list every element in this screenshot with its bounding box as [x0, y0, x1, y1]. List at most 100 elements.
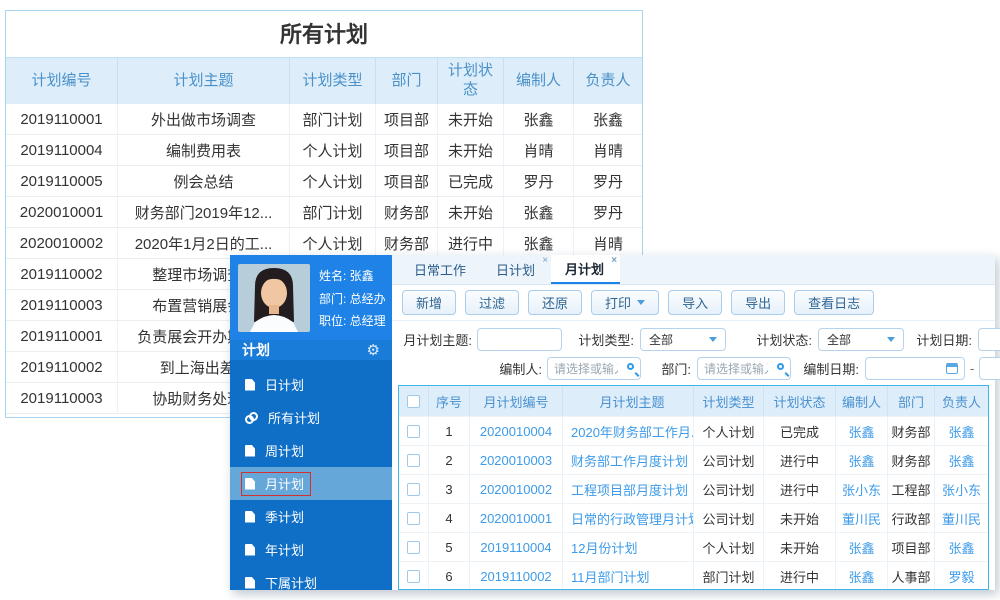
- user-panel: 姓名: 张鑫 部门: 总经办 职位: 总经理: [230, 255, 392, 340]
- gear-icon[interactable]: ⚙: [367, 341, 380, 359]
- cell-plan-no[interactable]: 2020010004: [470, 417, 563, 445]
- plan-date-input[interactable]: [978, 328, 1000, 351]
- user-photo: [238, 264, 310, 332]
- cell-owner[interactable]: 张鑫: [935, 533, 988, 561]
- tab[interactable]: 月计划: [551, 255, 621, 284]
- sidebar-item-label: 下属计划: [265, 576, 318, 591]
- compile-date-label: 编制日期:: [803, 362, 859, 377]
- cell-department: 项目部: [888, 533, 935, 561]
- row-checkbox[interactable]: [407, 569, 420, 583]
- column-header-compiler: 编制人: [836, 386, 888, 416]
- toolbar-button[interactable]: 还原: [528, 290, 583, 315]
- cell-plan-no: 2019110001: [6, 104, 118, 134]
- cell-compiler[interactable]: 张鑫: [836, 446, 888, 474]
- type-select[interactable]: 全部: [640, 328, 726, 351]
- compile-date-end-input[interactable]: [979, 357, 1000, 380]
- cell-subject[interactable]: 2020年财务部工作月...: [563, 417, 694, 445]
- cell-status: 已完成: [764, 417, 836, 445]
- sidebar-item-label: 所有计划: [268, 411, 321, 426]
- sidebar-item[interactable]: 季计划: [230, 500, 392, 533]
- cell-owner[interactable]: 张小东: [935, 475, 988, 503]
- select-all-checkbox[interactable]: [407, 394, 420, 408]
- cell-plan-no: 2019110002: [6, 352, 118, 382]
- table-row: 3 2020010002 工程项目部月度计划 公司计划 进行中 张小东 工程部 …: [399, 474, 988, 503]
- tab[interactable]: 日计划: [482, 255, 551, 284]
- cell-owner[interactable]: 张鑫: [935, 446, 988, 474]
- cell-subject[interactable]: 工程项目部月度计划: [563, 475, 694, 503]
- sidebar-item[interactable]: 月计划: [230, 467, 392, 500]
- cell-owner: 肖晴: [592, 142, 623, 160]
- cell-status: 进行中: [764, 446, 836, 474]
- cell-subject[interactable]: 日常的行政管理月计划: [563, 504, 694, 532]
- table-row: 2 2020010003 财务部工作月度计划 公司计划 进行中 张鑫 财务部 张…: [399, 445, 988, 474]
- cell-compiler[interactable]: 张鑫: [836, 562, 888, 589]
- sidebar-item-label: 月计划: [265, 477, 305, 492]
- cell-plan-no[interactable]: 2019110002: [470, 562, 563, 589]
- row-checkbox[interactable]: [407, 482, 420, 496]
- sidebar: 姓名: 张鑫 部门: 总经办 职位: 总经理 计划 ⚙ 日计划 所有计划 周计划…: [230, 255, 392, 591]
- sidebar-item[interactable]: 下属计划: [230, 566, 392, 599]
- cell-compiler[interactable]: 张鑫: [836, 417, 888, 445]
- cell-status: 进行中: [438, 228, 504, 258]
- sidebar-section-label: 计划: [242, 342, 270, 358]
- cell-owner[interactable]: 罗毅: [935, 562, 988, 589]
- tab[interactable]: 日常工作: [400, 255, 482, 284]
- cell-plan-no[interactable]: 2020010003: [470, 446, 563, 474]
- toolbar-button[interactable]: 导入: [668, 290, 723, 315]
- sidebar-item[interactable]: 所有计划: [230, 401, 392, 434]
- caret-down-icon: [709, 337, 717, 342]
- user-name: 姓名: 张鑫: [319, 269, 374, 283]
- sidebar-item[interactable]: 日计划: [230, 368, 392, 401]
- cell-plan-no: 2019110005: [6, 166, 118, 196]
- cell-plan-no[interactable]: 2020010001: [470, 504, 563, 532]
- cell-subject[interactable]: 11月部门计划: [563, 562, 694, 589]
- cell-compiler[interactable]: 张小东: [836, 475, 888, 503]
- row-checkbox[interactable]: [407, 453, 420, 467]
- cell-plan-no[interactable]: 2019110004: [470, 533, 563, 561]
- close-icon[interactable]: [542, 255, 548, 266]
- row-checkbox[interactable]: [407, 424, 420, 438]
- cell-compiler[interactable]: 董川民: [836, 504, 888, 532]
- subject-input[interactable]: [477, 328, 562, 351]
- table-row: 5 2019110004 12月份计划 个人计划 未开始 张鑫 项目部 张鑫: [399, 532, 988, 561]
- cell-type: 个人计划: [694, 417, 764, 445]
- row-checkbox[interactable]: [407, 511, 420, 525]
- cell-plan-no: 2019110004: [6, 135, 118, 165]
- cell-status: 未开始: [438, 135, 504, 165]
- close-icon[interactable]: [611, 255, 617, 266]
- row-checkbox[interactable]: [407, 540, 420, 554]
- cell-plan-no[interactable]: 2020010002: [470, 475, 563, 503]
- column-header-status: 计划状态: [438, 58, 504, 104]
- cell-status: 已完成: [438, 166, 504, 196]
- cell-department: 财务部: [888, 417, 935, 445]
- cell-compiler[interactable]: 张鑫: [836, 533, 888, 561]
- tab-label: 日常工作: [414, 263, 467, 278]
- column-header-owner: 负责人: [941, 394, 981, 410]
- cell-subject: 例会总结: [118, 166, 290, 196]
- cell-subject[interactable]: 12月份计划: [563, 533, 694, 561]
- table-header: 序号 月计划编号 月计划主题 计划类型 计划状态 编制人 部门 负责人: [399, 386, 988, 416]
- sidebar-item[interactable]: 年计划: [230, 533, 392, 566]
- cell-status: 进行中: [764, 562, 836, 589]
- toolbar-button[interactable]: 新增: [402, 290, 457, 315]
- toolbar-button-label: 打印: [605, 296, 632, 311]
- sidebar-item-label: 季计划: [265, 510, 305, 525]
- toolbar-button[interactable]: 导出: [731, 290, 786, 315]
- status-select[interactable]: 全部: [818, 328, 904, 351]
- cell-subject[interactable]: 财务部工作月度计划: [563, 446, 694, 474]
- cell-plan-no: 2019110003: [6, 290, 118, 320]
- sidebar-section-header: 计划 ⚙: [230, 340, 392, 360]
- toolbar-button-label: 导出: [745, 296, 772, 311]
- page-title: 所有计划: [6, 11, 642, 58]
- cell-owner[interactable]: 张鑫: [935, 417, 988, 445]
- cell-owner[interactable]: 董川民: [935, 504, 988, 532]
- cell-status: 未开始: [764, 504, 836, 532]
- toolbar-button[interactable]: 打印: [591, 290, 660, 315]
- sidebar-item-label: 日计划: [265, 378, 305, 393]
- cell-plan-no: 2019110001: [6, 321, 118, 351]
- main-area: 日常工作 日计划 月计划: [392, 255, 1000, 590]
- cell-index: 6: [429, 562, 470, 589]
- sidebar-item[interactable]: 周计划: [230, 434, 392, 467]
- toolbar-button[interactable]: 过滤: [465, 290, 520, 315]
- toolbar-button[interactable]: 查看日志: [794, 290, 875, 315]
